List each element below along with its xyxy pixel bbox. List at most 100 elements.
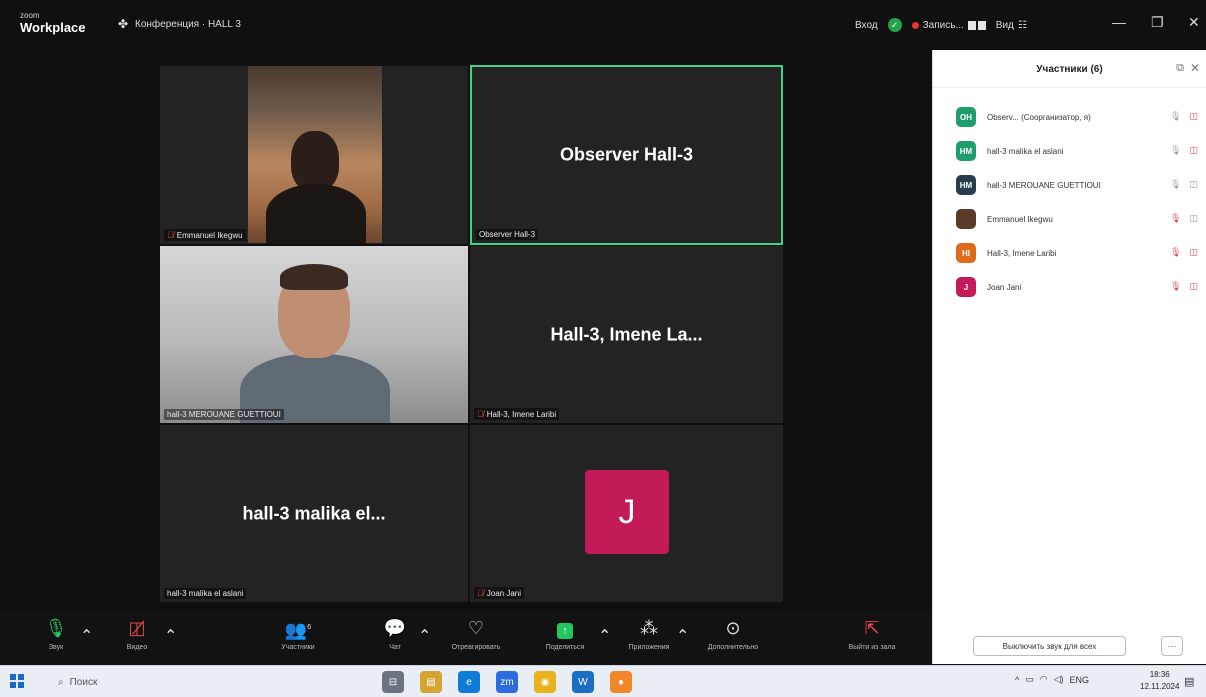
titlebar-controls: Вход ✓ Запись... Вид ☷ (855, 16, 1037, 34)
brand-small: zoom (20, 11, 40, 20)
participant-name: Observ... (Соорганизатор, я) (987, 112, 1091, 122)
close-icon[interactable]: ✕ (1188, 14, 1200, 31)
file-explorer-icon[interactable]: ▤ (420, 671, 442, 693)
tile-name-label: 🎙̸ Hall-3, Imene Laribi (474, 408, 560, 420)
task-view-icon[interactable]: ⊟ (382, 671, 404, 693)
video-icon[interactable]: ◫ (1189, 213, 1198, 224)
chevron-up-icon[interactable]: ^ (1015, 675, 1019, 685)
login-button[interactable]: Вход (855, 20, 878, 31)
search-icon: ⌕ (58, 676, 64, 688)
chat-options-chevron-icon[interactable]: ⌃ (418, 626, 431, 646)
language-indicator[interactable]: ENG (1070, 675, 1090, 685)
notifications-icon[interactable]: ▤ (1184, 675, 1194, 688)
mute-all-button[interactable]: Выключить звук для всех (973, 636, 1126, 656)
brand-large: Workplace (20, 20, 86, 35)
camera-feed (160, 246, 468, 423)
security-shield-icon[interactable]: ✓ (887, 18, 902, 32)
mic-off-icon: 🎙̸ (477, 409, 484, 419)
apps-button[interactable]: ⁂ Приложения (616, 616, 682, 651)
video-tile-malika[interactable]: hall-3 malika el... hall-3 malika el asl… (160, 425, 468, 602)
mic-icon[interactable]: 🎙 (1170, 111, 1181, 122)
video-tile-merouane[interactable]: hall-3 MEROUANE GUETTIOUI (160, 246, 468, 423)
video-tile-imene[interactable]: Hall-3, Imene La... 🎙̸ Hall-3, Imene Lar… (470, 246, 783, 423)
video-tile-observer[interactable]: Observer Hall-3 Observer Hall-3 (470, 65, 783, 245)
avatar-joan: J (585, 470, 669, 554)
meeting-info[interactable]: ✤ Конференция · HALL 3 (118, 18, 241, 31)
app-icon[interactable]: ● (610, 671, 632, 693)
react-button[interactable]: ♡ Отреагировать (438, 616, 514, 651)
tile-center-name: Observer Hall-3 (559, 144, 694, 165)
mic-icon[interactable]: 🎙 (1170, 179, 1181, 190)
video-gallery: 🎙̸ Emmanuel Ikegwu Observer Hall-3 Obser… (0, 50, 932, 610)
battery-icon[interactable]: ▭ (1025, 674, 1034, 685)
avatar: HM (956, 141, 976, 161)
mic-off-icon[interactable]: 🎙 (1170, 281, 1181, 292)
apps-icon: ⁂ (640, 618, 658, 638)
video-off-icon[interactable]: ◫ (1189, 247, 1198, 258)
participant-name: Hall-3, Imene Laribi (987, 248, 1057, 258)
word-app-icon[interactable]: W (572, 671, 594, 693)
audio-options-chevron-icon[interactable]: ⌃ (80, 626, 93, 646)
grid-icon: ☷ (1017, 19, 1027, 31)
mic-off-icon[interactable]: 🎙 (1170, 247, 1181, 258)
participant-name: hall-3 malika el aslani (987, 146, 1064, 156)
share-button[interactable]: ↑ Поделиться (533, 616, 597, 651)
share-screen-icon: ↑ (557, 623, 573, 639)
recording-indicator[interactable]: Запись... (911, 20, 986, 31)
video-off-icon[interactable]: ◫ (1189, 281, 1198, 292)
login-label: Вход (855, 19, 878, 31)
participant-row[interactable]: HI Hall-3, Imene Laribi 🎙 ◫ (933, 236, 1206, 270)
recording-dot-icon (911, 21, 919, 29)
avatar: J (956, 277, 976, 297)
video-off-icon[interactable]: ◫ (1189, 111, 1198, 122)
participants-button[interactable]: 👥6 Участники (268, 616, 328, 651)
video-off-icon[interactable]: ◫ (1189, 145, 1198, 156)
mic-off-icon[interactable]: 🎙 (1170, 213, 1181, 224)
audio-button[interactable]: 🎙 Звук (38, 616, 74, 651)
more-icon: ⊙ (725, 618, 741, 638)
participant-row[interactable]: J Joan Jani 🎙 ◫ (933, 270, 1206, 304)
taskbar-clock[interactable]: 18:36 12.11.2024 (1140, 669, 1179, 693)
title-bar: zoom Workplace ✤ Конференция · HALL 3 Вх… (0, 0, 1206, 50)
edge-browser-icon[interactable]: e (458, 671, 480, 693)
windows-taskbar: ⌕ Поиск ⊟ ▤ e zm ◉ W ● ^ ▭ ◠ ◁) ENG 18:3… (0, 665, 1206, 697)
participant-name: Emmanuel Ikegwu (987, 214, 1053, 224)
video-options-chevron-icon[interactable]: ⌃ (164, 626, 177, 646)
participants-panel: Участники (6) ⧉ ✕ OH Observ... (Сооргани… (932, 50, 1206, 664)
volume-icon[interactable]: ◁) (1054, 674, 1064, 685)
more-button[interactable]: ⊙ Дополнительно (692, 616, 774, 651)
video-tile-emmanuel[interactable]: 🎙̸ Emmanuel Ikegwu (160, 66, 468, 244)
video-button[interactable]: ◫̸ Видео (112, 616, 162, 651)
network-icon[interactable]: ◠ (1040, 674, 1048, 685)
chat-button[interactable]: 💬 Чат (380, 616, 410, 651)
participant-row[interactable]: OH Observ... (Соорганизатор, я) 🎙 ◫ (933, 100, 1206, 134)
tile-name-label: hall-3 MEROUANE GUETTIOUI (164, 409, 284, 420)
participant-row[interactable]: HM hall-3 MEROUANE GUETTIOUI 🎙 ◫ (933, 168, 1206, 202)
more-options-button[interactable]: ··· (1161, 636, 1183, 656)
popout-icon[interactable]: ⧉ (1176, 62, 1184, 75)
camera-feed (248, 66, 382, 244)
video-icon[interactable]: ◫ (1189, 179, 1198, 190)
apps-options-chevron-icon[interactable]: ⌃ (676, 626, 689, 646)
close-panel-icon[interactable]: ✕ (1190, 61, 1200, 75)
windows-start-icon[interactable] (10, 674, 24, 688)
maximize-icon[interactable]: ❐ (1151, 14, 1164, 31)
view-button[interactable]: Вид ☷ (996, 20, 1027, 31)
minimize-icon[interactable]: — (1112, 14, 1126, 30)
participant-name: Joan Jani (987, 282, 1022, 292)
participant-row[interactable]: HM hall-3 malika el aslani 🎙 ◫ (933, 134, 1206, 168)
mic-icon[interactable]: 🎙 (1170, 145, 1181, 156)
share-options-chevron-icon[interactable]: ⌃ (598, 626, 611, 646)
pause-stop-icon[interactable] (967, 20, 986, 30)
participant-row[interactable]: Emmanuel Ikegwu 🎙 ◫ (933, 202, 1206, 236)
zoom-app-icon[interactable]: zm (496, 671, 518, 693)
mic-off-icon: 🎙̸ (167, 230, 174, 240)
heart-icon: ♡ (467, 618, 485, 638)
tile-name-label: hall-3 malika el aslani (164, 588, 247, 599)
avatar: HI (956, 243, 976, 263)
leave-room-button[interactable]: ⇱ Выйти из зала (846, 616, 898, 651)
chat-icon: 💬 (383, 618, 407, 638)
chrome-browser-icon[interactable]: ◉ (534, 671, 556, 693)
taskbar-apps: ⊟ ▤ e zm ◉ W ● (382, 671, 632, 693)
taskbar-search[interactable]: ⌕ Поиск (52, 670, 352, 694)
